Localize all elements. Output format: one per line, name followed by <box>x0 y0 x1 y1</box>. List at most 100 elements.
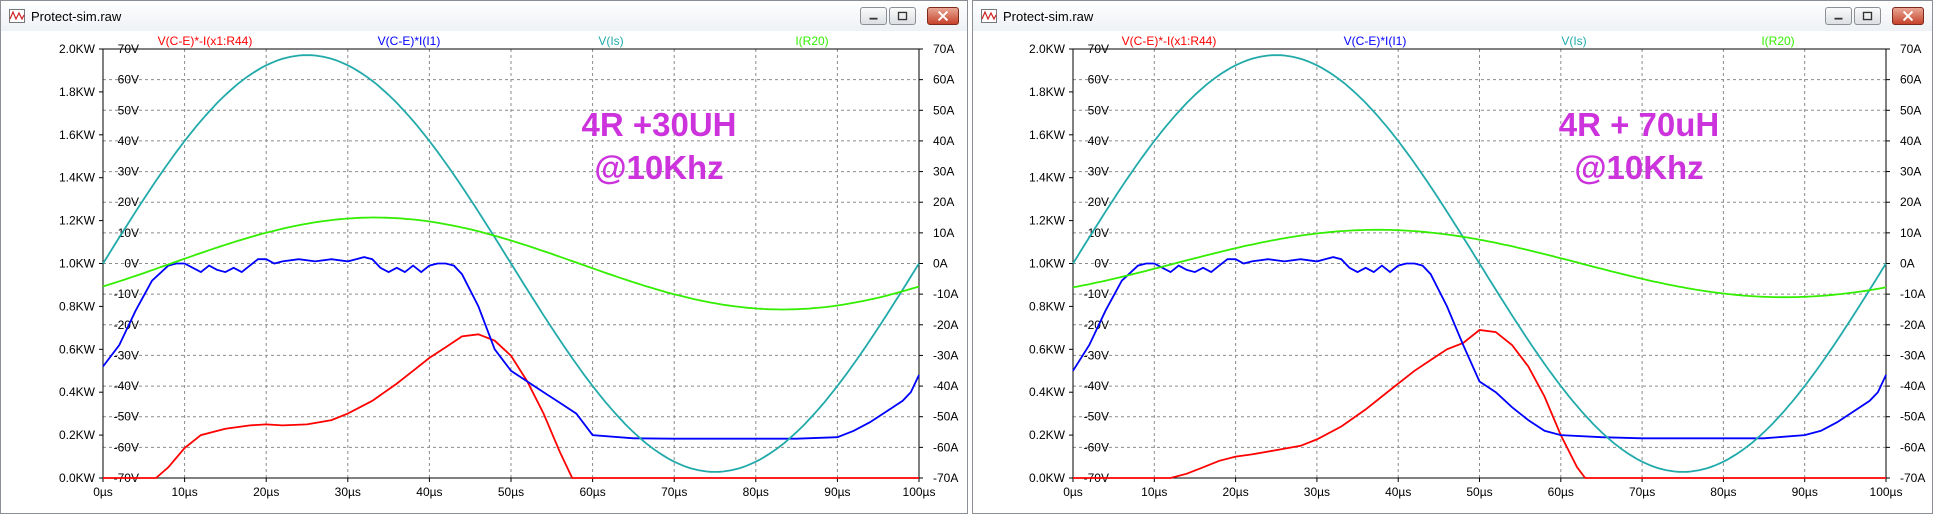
left-axis-tick-label: 1.2KW <box>1029 214 1066 228</box>
waveform-icon <box>981 9 997 23</box>
legend-label: V(C-E)*I(I1) <box>378 34 441 48</box>
right-axis-tick-label: -10A <box>933 287 958 301</box>
left-axis-tick-label: 0.6KW <box>1029 342 1066 356</box>
minimize-button[interactable] <box>1825 7 1852 25</box>
voltage-axis-tick-label: 70V <box>118 42 139 56</box>
left-axis-tick-label: 1.4KW <box>59 171 96 185</box>
x-axis-tick-label: 60µs <box>1548 485 1574 499</box>
x-axis-tick-label: 20µs <box>253 485 279 499</box>
annotation-line-1: 4R +30UH <box>582 106 737 143</box>
right-axis-tick-label: -20A <box>933 318 958 332</box>
left-axis-tick-label: 0.0KW <box>1029 471 1066 485</box>
right-axis-tick-label: 70A <box>1900 42 1921 56</box>
x-axis-tick-label: 80µs <box>743 485 769 499</box>
voltage-axis-tick-label: -40V <box>1084 379 1109 393</box>
plot-window-left: Protect-sim.raw 0.0KW 0.2KW 0.4KW 0.6KW 0.8K… <box>0 0 968 514</box>
left-axis-tick-label: 0.2KW <box>1029 428 1066 442</box>
right-axis-tick-label: -30A <box>1900 348 1925 362</box>
left-axis-tick-label: 0.8KW <box>59 299 96 313</box>
waveform-chart[interactable]: 0.0KW 0.2KW 0.4KW 0.6KW 0.8KW 1.0KW 1.2KW 1.4KW… <box>1 31 967 513</box>
voltage-axis-tick-label: 10V <box>118 226 139 240</box>
title-bar[interactable]: Protect-sim.raw <box>1 1 967 32</box>
voltage-axis-tick-label: 40V <box>118 134 139 148</box>
right-axis-tick-label: -60A <box>1900 440 1925 454</box>
voltage-axis-tick-label: 0V <box>1094 257 1109 271</box>
legend-label: V(C-E)*-I(x1:R44) <box>158 34 253 48</box>
right-axis-tick-label: -70A <box>933 471 958 485</box>
x-axis-tick-label: 10µs <box>1141 485 1167 499</box>
close-button[interactable] <box>927 7 959 25</box>
voltage-axis-tick-label: -10V <box>114 287 139 301</box>
right-axis-tick-label: 40A <box>933 134 954 148</box>
voltage-axis-tick-label: 20V <box>118 195 139 209</box>
x-axis-tick-label: 70µs <box>661 485 687 499</box>
annotation-line-2: @10Khz <box>594 149 723 186</box>
voltage-axis-tick-label: -30V <box>114 348 139 362</box>
voltage-axis-tick-label: 50V <box>1088 103 1109 117</box>
voltage-axis-tick-label: 40V <box>1088 134 1109 148</box>
right-axis-tick-label: -70A <box>1900 471 1925 485</box>
plot-window-right: Protect-sim.raw 0.0KW 0.2KW 0.4KW 0.6KW 0.8K… <box>972 0 1933 514</box>
left-axis-tick-label: 1.8KW <box>1029 85 1066 99</box>
legend-label: V(Is) <box>598 34 623 48</box>
x-axis-tick-label: 90µs <box>1792 485 1818 499</box>
x-axis-tick-label: 30µs <box>1304 485 1330 499</box>
left-axis-tick-label: 1.2KW <box>59 214 96 228</box>
right-axis-tick-label: 20A <box>1900 195 1921 209</box>
right-axis-tick-label: 10A <box>933 226 954 240</box>
maximize-button[interactable] <box>889 7 916 25</box>
right-axis-tick-label: -30A <box>933 348 958 362</box>
left-axis-tick-label: 0.6KW <box>59 342 96 356</box>
right-axis-tick-label: 30A <box>1900 165 1921 179</box>
x-axis-tick-label: 20µs <box>1222 485 1248 499</box>
left-axis-tick-label: 1.8KW <box>59 85 96 99</box>
right-axis-tick-label: 50A <box>933 103 954 117</box>
plot-pane[interactable]: 0.0KW 0.2KW 0.4KW 0.6KW 0.8KW 1.0KW 1.2KW 1.4KW… <box>1 31 967 513</box>
left-axis-tick-label: 1.6KW <box>59 128 96 142</box>
voltage-axis-tick-label: -40V <box>114 379 139 393</box>
right-axis-tick-label: 30A <box>933 165 954 179</box>
legend-label: V(C-E)*I(I1) <box>1344 34 1407 48</box>
voltage-axis-tick-label: 50V <box>118 103 139 117</box>
x-axis-tick-label: 40µs <box>416 485 442 499</box>
x-axis-tick-label: 40µs <box>1385 485 1411 499</box>
maximize-icon <box>897 11 908 21</box>
voltage-axis-tick-label: -30V <box>1084 348 1109 362</box>
left-axis-tick-label: 1.6KW <box>1029 128 1066 142</box>
voltage-axis-tick-label: 20V <box>1088 195 1109 209</box>
left-axis-tick-label: 2.0KW <box>59 42 96 56</box>
left-axis-tick-label: 1.4KW <box>1029 171 1066 185</box>
voltage-axis-tick-label: 70V <box>1088 42 1109 56</box>
right-axis-tick-label: 10A <box>1900 226 1921 240</box>
right-axis-tick-label: 70A <box>933 42 954 56</box>
x-axis-tick-label: 90µs <box>824 485 850 499</box>
right-axis-tick-label: -40A <box>1900 379 1925 393</box>
right-axis-tick-label: 50A <box>1900 103 1921 117</box>
x-axis-tick-label: 60µs <box>579 485 605 499</box>
close-icon <box>937 10 949 22</box>
voltage-axis-tick-label: 0V <box>124 257 139 271</box>
x-axis-tick-label: 10µs <box>171 485 197 499</box>
maximize-button[interactable] <box>1854 7 1881 25</box>
left-axis-tick-label: 1.0KW <box>59 257 96 271</box>
window-title: Protect-sim.raw <box>1003 9 1094 24</box>
left-axis-tick-label: 0.4KW <box>1029 385 1066 399</box>
waveform-chart[interactable]: 0.0KW 0.2KW 0.4KW 0.6KW 0.8KW 1.0KW 1.2KW 1.4KW… <box>973 31 1932 513</box>
right-axis-tick-label: 60A <box>933 73 954 87</box>
voltage-axis-tick-label: 60V <box>1088 73 1109 87</box>
voltage-axis-tick-label: 30V <box>1088 165 1109 179</box>
x-axis-tick-label: 80µs <box>1710 485 1736 499</box>
maximize-icon <box>1862 11 1873 21</box>
x-axis-tick-label: 0µs <box>1063 485 1083 499</box>
plot-pane[interactable]: 0.0KW 0.2KW 0.4KW 0.6KW 0.8KW 1.0KW 1.2KW 1.4KW… <box>973 31 1932 513</box>
close-button[interactable] <box>1892 7 1924 25</box>
voltage-axis-tick-label: 30V <box>118 165 139 179</box>
voltage-axis-tick-label: -10V <box>1084 287 1109 301</box>
annotation-line-1: 4R + 70uH <box>1559 106 1720 143</box>
x-axis-tick-label: 70µs <box>1629 485 1655 499</box>
minimize-button[interactable] <box>860 7 887 25</box>
legend-label: I(R20) <box>795 34 828 48</box>
title-bar[interactable]: Protect-sim.raw <box>973 1 1932 32</box>
left-axis-tick-label: 0.8KW <box>1029 299 1066 313</box>
voltage-axis-tick-label: -60V <box>1084 440 1109 454</box>
